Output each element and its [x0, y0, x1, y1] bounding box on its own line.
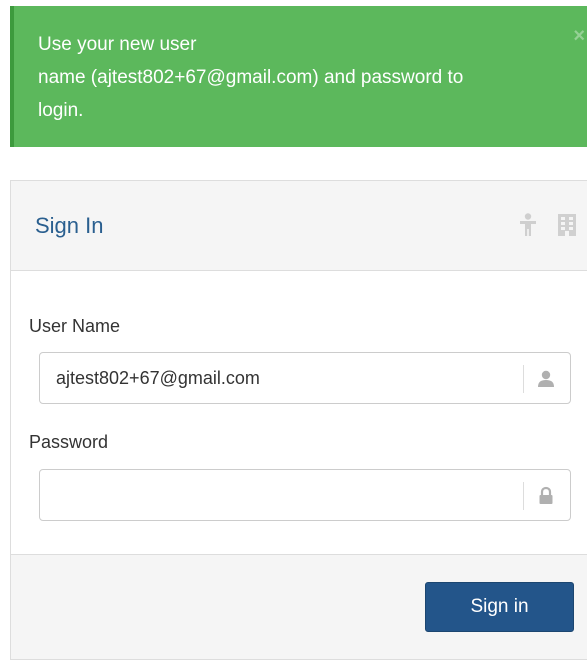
person-icon[interactable] — [519, 213, 537, 242]
panel-heading: Sign In — [11, 181, 587, 271]
password-input[interactable] — [39, 469, 571, 521]
alert-message: Use your new user name (ajtest802+67@gma… — [38, 28, 573, 127]
password-label: Password — [29, 432, 109, 452]
panel-title: Sign In — [35, 213, 104, 238]
alert-line-2: name (ajtest802+67@gmail.com) and passwo… — [38, 67, 464, 88]
alert-line-3: login. — [38, 100, 84, 121]
user-icon — [523, 365, 570, 393]
username-input[interactable]: ajtest802+67@gmail.com — [39, 352, 571, 404]
username-value: ajtest802+67@gmail.com — [56, 368, 260, 388]
alert-line-1: Use your new user — [38, 34, 197, 55]
username-label: User Name — [29, 316, 121, 336]
success-alert: Use your new user name (ajtest802+67@gma… — [10, 6, 587, 147]
lock-icon — [523, 482, 570, 510]
building-icon[interactable] — [557, 213, 577, 242]
sign-in-button[interactable]: Sign in — [425, 582, 574, 632]
close-icon[interactable]: × — [573, 26, 585, 46]
